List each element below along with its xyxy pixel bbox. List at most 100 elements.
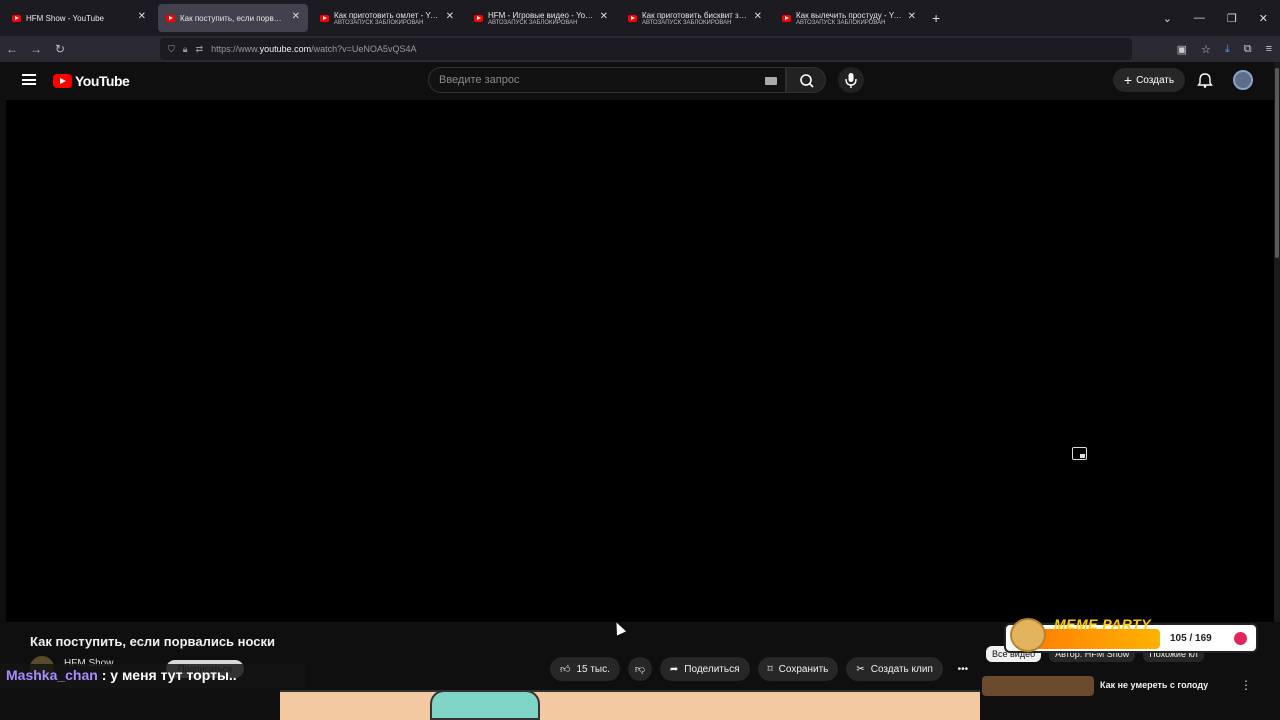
chat-username: Mashka_chan [6,667,98,683]
notifications-bell-icon[interactable] [1197,72,1213,88]
thumbs-down-icon: 👎︎ [634,664,645,675]
tab-subtitle: АВТОЗАПУСК ЗАБЛОКИРОВАН [334,19,424,26]
miniplayer-icon[interactable] [1072,447,1087,460]
minimize-icon[interactable]: — [1194,12,1205,24]
tab-close-icon[interactable]: ✕ [600,11,608,22]
microphone-icon [845,73,857,88]
youtube-favicon-icon [166,14,175,22]
video-player[interactable] [6,100,1274,622]
voice-search-button[interactable] [838,67,864,93]
new-tab-plus-icon[interactable]: + [932,10,940,26]
share-label: Поделиться [684,663,740,675]
browser-tab[interactable]: HFM Show - YouTube ✕ [4,4,154,32]
browser-tab[interactable]: Как приготовить омлет - YouTu АВТОЗАПУСК … [312,4,462,32]
clip-button[interactable]: ✂ Создать клип [846,657,943,681]
scissors-icon: ✂ [856,663,865,675]
more-dots-icon: ••• [957,663,969,675]
youtube-favicon-icon [782,14,791,22]
reload-icon[interactable]: ↻ [48,42,72,56]
forward-arrow-icon[interactable]: → [24,42,48,56]
menu-icon[interactable]: ≡ [1266,43,1272,55]
tab-subtitle: АВТОЗАПУСК ЗАБЛОКИРОВАН [796,19,886,26]
browser-tab-bar: HFM Show - YouTube ✕ Как поступить, если… [0,0,1280,36]
tab-close-icon[interactable]: ✕ [446,11,454,22]
keyboard-icon[interactable] [765,77,777,85]
search-box[interactable] [428,67,786,93]
lock-icon[interactable]: 🔒︎ [183,44,188,55]
meme-party-title: MEME PARTY [1054,616,1152,632]
stream-overlay-character [430,690,540,720]
window-close-icon[interactable]: ✕ [1259,12,1268,25]
chat-text: : у меня тут торты.. [97,667,237,683]
url-domain: youtube.com [259,44,312,54]
recommended-video-thumbnail[interactable] [982,676,1094,696]
recommended-video-title[interactable]: Как не умереть с голоду [1100,680,1208,690]
tab-close-icon[interactable]: ✕ [292,11,300,22]
dislike-button[interactable]: 👎︎ [627,657,652,681]
stream-overlay-artwork [280,690,980,720]
save-label: Сохранить [778,663,829,675]
like-count: 15 тыс. [576,663,610,675]
bookmark-star-icon[interactable]: ☆ [1201,43,1211,56]
create-button[interactable]: + Создать [1113,68,1185,92]
tab-subtitle: АВТОЗАПУСК ЗАБЛОКИРОВАН [642,19,732,26]
youtube-favicon-icon [12,14,21,22]
browser-tab[interactable]: Как вылечить простуду - YouTu АВТОЗАПУСК … [774,4,924,32]
bookmark-icon: ⌑ [767,663,773,675]
like-button[interactable]: 👍︎ 15 тыс. [550,657,620,681]
youtube-favicon-icon [474,14,483,22]
scrollbar-thumb[interactable] [1275,68,1279,258]
back-arrow-icon[interactable]: ← [0,42,24,56]
more-actions-button[interactable]: ••• [951,657,975,681]
youtube-favicon-icon [628,14,637,22]
save-button[interactable]: ⌑ Сохранить [757,657,839,681]
search-input[interactable] [439,74,739,86]
url-text[interactable]: https://www.youtube.com/watch?v=UeNOA5vQ… [211,44,416,54]
search-icon [800,74,814,88]
recommended-more-icon[interactable]: ⋮ [1240,678,1252,692]
hamburger-menu-icon[interactable] [22,74,36,85]
tab-title: Как вылечить простуду - YouTu [796,10,902,20]
stream-chat-message: Mashka_chan : у меня тут торты.. [0,664,306,688]
extensions-icon[interactable]: ⧉ [1244,43,1252,56]
tab-title: Как приготовить омлет - YouTu [334,10,440,20]
restore-icon[interactable]: ❐ [1227,12,1237,25]
download-icon[interactable]: ⤓ [1225,43,1230,56]
permissions-icon[interactable]: ⇄ [196,44,204,55]
youtube-logo[interactable]: YouTube [53,73,130,89]
video-actions: 👍︎ 15 тыс. 👎︎ ➦ Поделиться ⌑ Сохранить ✂… [550,657,975,681]
tab-title: HFM Show - YouTube [26,13,104,23]
clip-label: Создать клип [870,663,933,675]
tracking-shield-icon[interactable]: ⛉ [168,44,175,55]
share-arrow-icon: ➦ [669,663,679,675]
browser-tab[interactable]: HFM - Игровые видео - YouTu АВТОЗАПУСК ЗА… [466,4,616,32]
tab-list-chevron-icon[interactable]: ⌄ [1163,12,1172,25]
video-title: Как поступить, если порвались носки [30,634,276,649]
meme-party-count: 105 / 169 [1170,633,1212,644]
youtube-header: YouTube + Создать [0,62,1280,100]
meme-party-badge-icon [1234,632,1247,645]
tab-title: Как приготовить бисквит за м [642,10,748,20]
browser-tab[interactable]: Как приготовить бисквит за м АВТОЗАПУСК З… [620,4,770,32]
share-button[interactable]: ➦ Поделиться [659,657,750,681]
thumbs-up-icon: 👍︎ [560,664,571,675]
tab-subtitle: АВТОЗАПУСК ЗАБЛОКИРОВАН [488,19,578,26]
picture-in-picture-icon[interactable]: ▣ [1177,43,1187,56]
tab-close-icon[interactable]: ✕ [908,11,916,22]
create-label: Создать [1136,74,1175,86]
plus-icon: + [1123,72,1133,88]
account-avatar[interactable] [1233,70,1253,90]
youtube-favicon-icon [320,14,329,22]
url-path: /watch?v=UeNOA5vQS4A [311,44,417,54]
tab-title: HFM - Игровые видео - YouTu [488,10,594,20]
browser-nav-bar: ← → ↻ ⛉ 🔒︎ ⇄ https://www.youtube.com/wat… [0,36,1280,62]
url-prefix: https://www. [211,44,260,54]
youtube-play-icon [53,74,72,88]
doge-icon [1010,618,1046,652]
address-bar[interactable]: ⛉ 🔒︎ ⇄ https://www.youtube.com/watch?v=U… [160,38,1132,60]
tab-close-icon[interactable]: ✕ [754,11,762,22]
tab-title: Как поступить, если порвались [180,13,286,23]
tab-close-icon[interactable]: ✕ [138,11,146,22]
browser-tab-active[interactable]: Как поступить, если порвались ✕ [158,4,308,32]
search-button[interactable] [786,67,826,93]
